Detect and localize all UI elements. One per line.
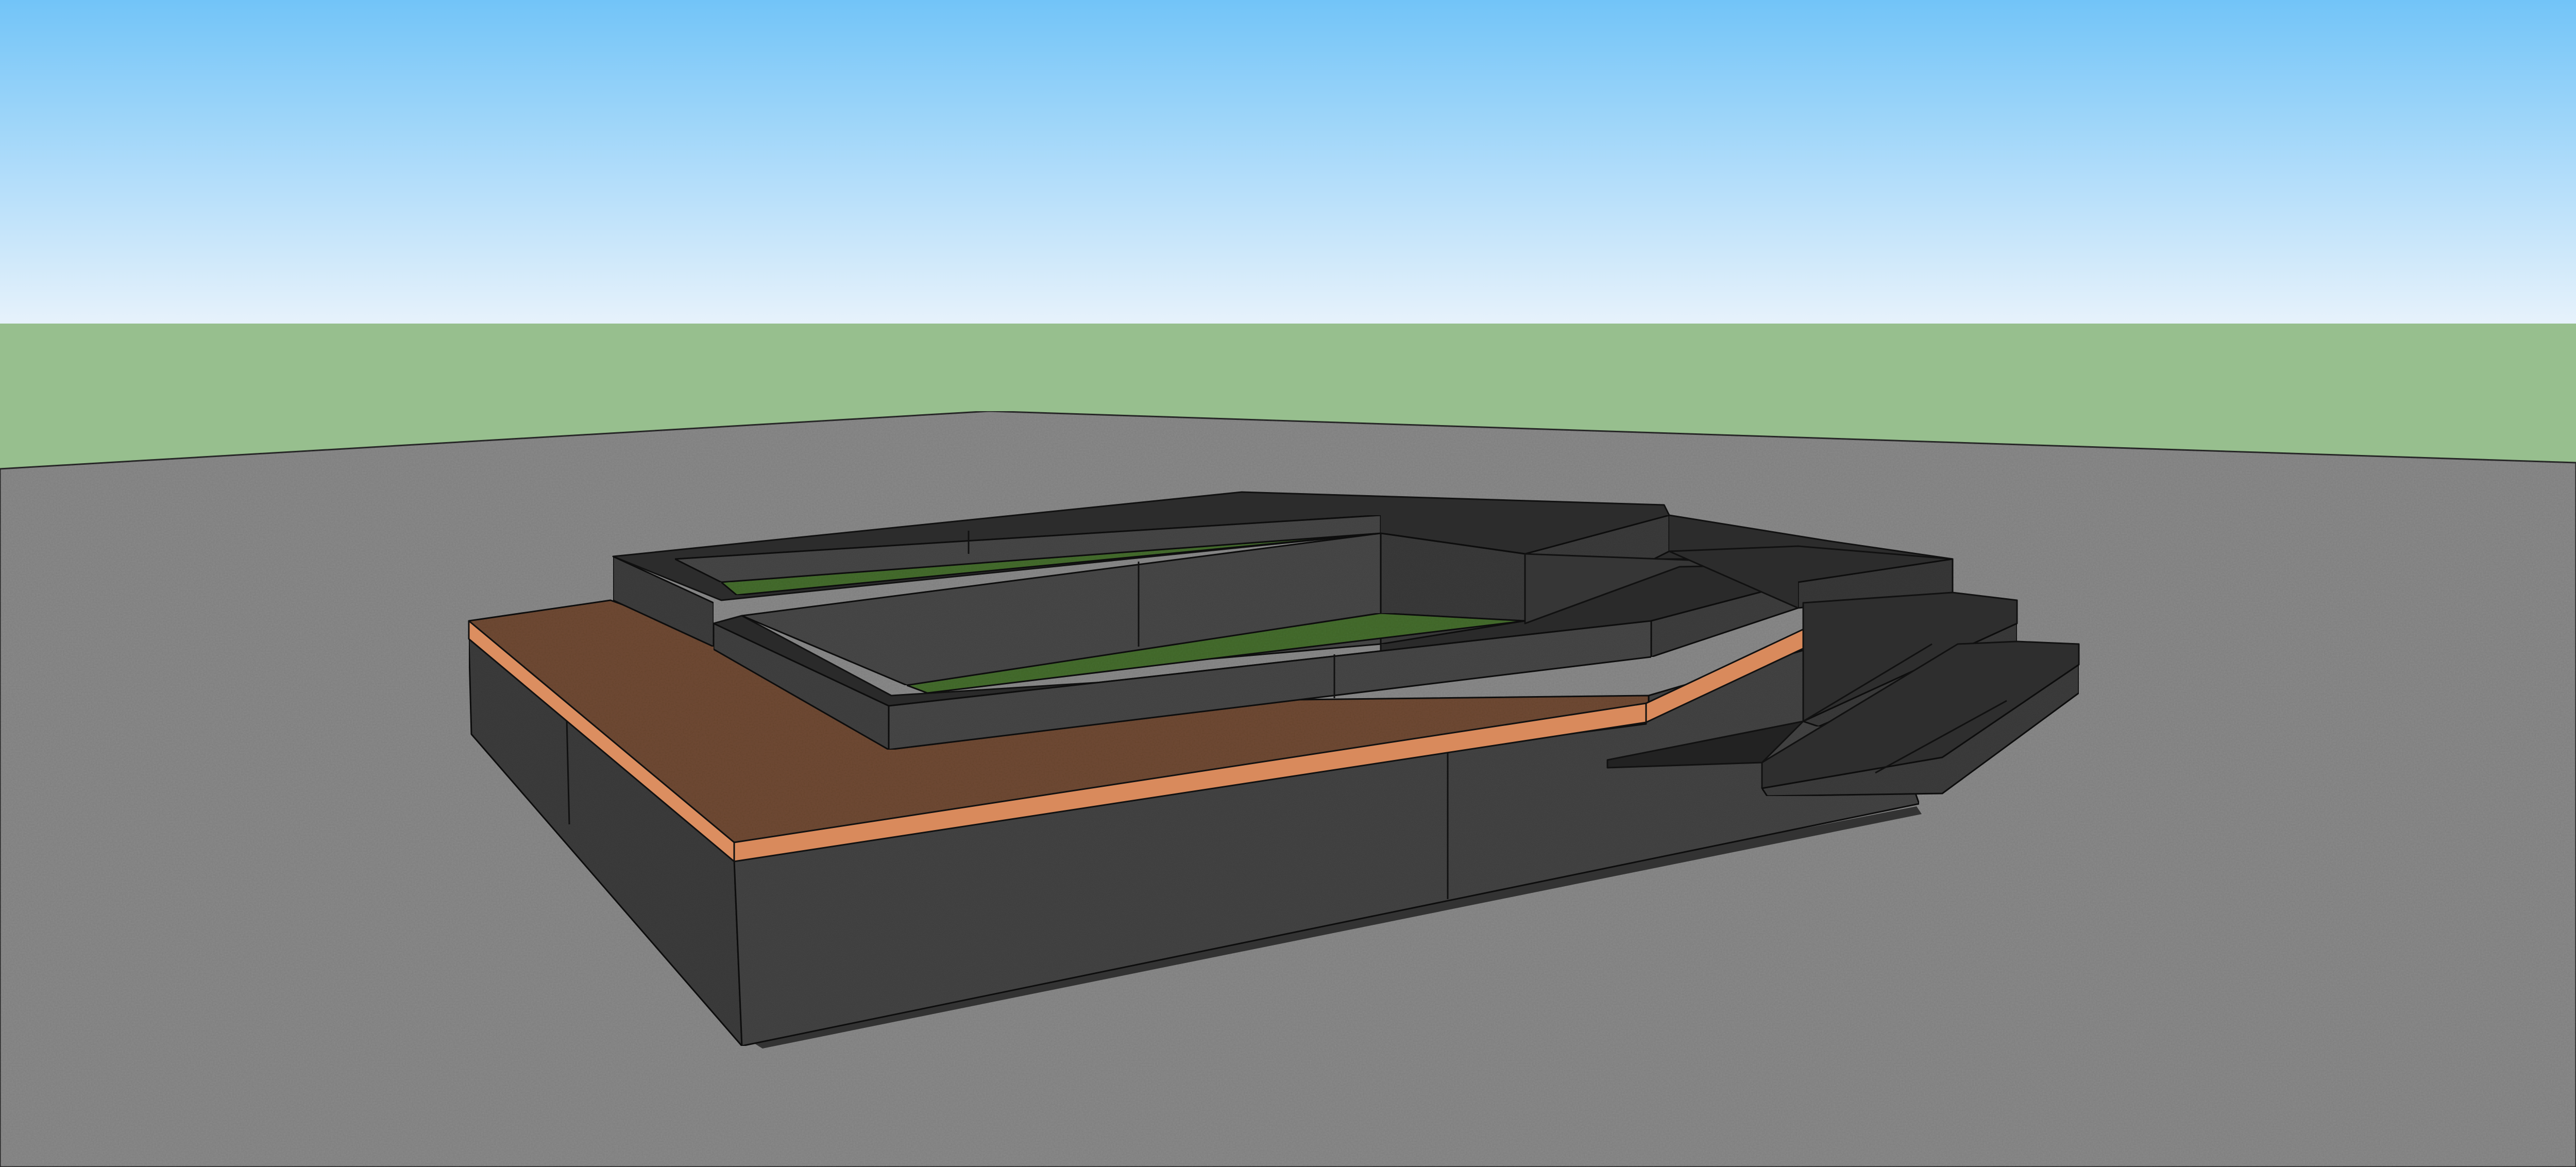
sky: [0, 0, 2576, 325]
3d-viewport[interactable]: [0, 0, 2576, 1167]
